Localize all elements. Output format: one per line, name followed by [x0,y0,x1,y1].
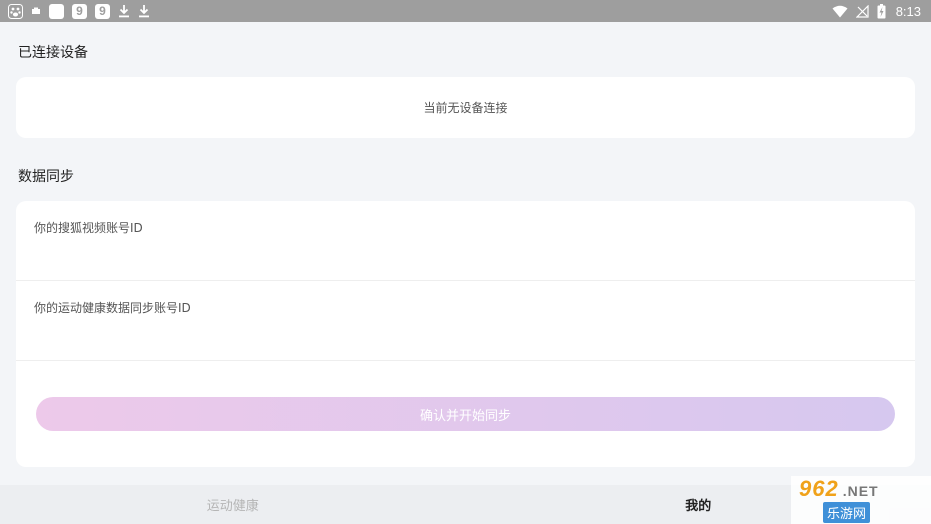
status-time: 8:13 [895,3,921,19]
no-signal-icon [855,4,869,18]
health-id-row [16,281,915,361]
data-sync-card: 确认并开始同步 [16,201,915,467]
app-9-icon: 9 [95,3,110,19]
download-icon [138,4,150,18]
sohu-id-input[interactable] [34,221,894,235]
baidu-icon [8,3,23,19]
watermark-suffix: .NET [842,482,879,499]
confirm-sync-button[interactable]: 确认并开始同步 [36,397,895,431]
notification-icon [31,6,41,16]
download-icon [118,4,130,18]
watermark-brand: 962 [799,475,839,501]
watermark-logo: 962 .NET 乐游网 [791,476,931,524]
status-bar-right: 8:13 [832,3,921,19]
connected-devices-title: 已连接设备 [18,45,88,61]
status-bar: 9 9 8:13 [0,0,931,22]
sohu-id-row [16,201,915,281]
tab-sport-health[interactable]: 运动健康 [0,485,466,524]
connected-devices-card: 当前无设备连接 [16,77,915,138]
health-id-input[interactable] [34,301,894,315]
watermark-name: 乐游网 [823,501,871,523]
no-device-text: 当前无设备连接 [423,101,508,115]
battery-charging-icon [877,3,886,19]
square-app-icon [49,3,64,19]
data-sync-title: 数据同步 [18,169,74,185]
wifi-icon [832,5,848,18]
app-9-icon: 9 [72,3,87,19]
status-bar-left: 9 9 [8,3,150,19]
